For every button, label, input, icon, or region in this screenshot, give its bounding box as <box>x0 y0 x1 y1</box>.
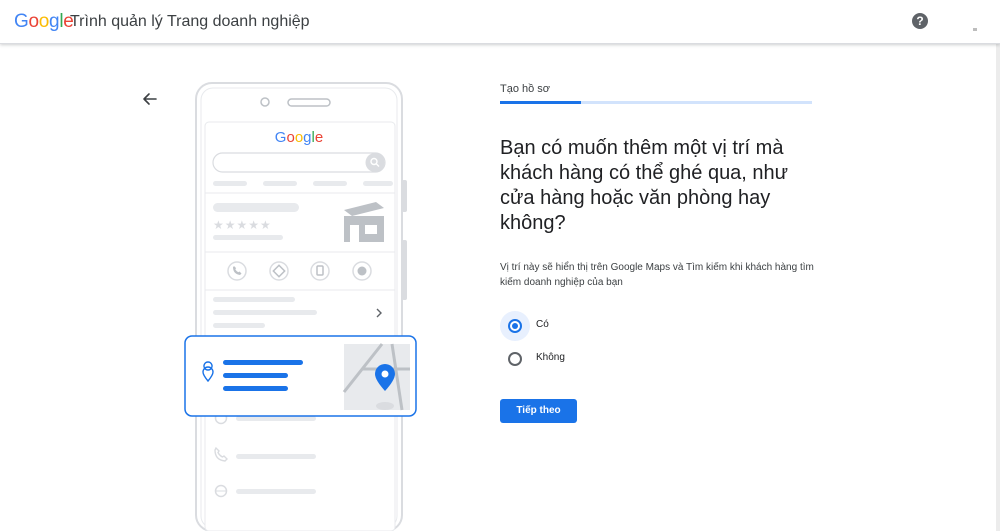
radio-label: Có <box>536 319 549 330</box>
radio-label: Không <box>536 352 565 363</box>
radio-button[interactable] <box>508 319 522 333</box>
location-card <box>184 335 417 417</box>
top-app-bar: Google Trình quản lý Trang doanh nghiệp … <box>0 0 1000 44</box>
logo-letter: g <box>49 11 60 32</box>
progress-bar <box>500 101 812 104</box>
back-button[interactable] <box>140 89 160 109</box>
radio-button[interactable] <box>508 352 522 366</box>
phone-search-bar <box>212 152 386 173</box>
radio-option-no[interactable]: Không <box>500 344 700 374</box>
phone-illustration: Google ★★★★★ <box>180 80 420 531</box>
step-label: Tạo hồ sơ <box>500 83 551 95</box>
google-logo: Google <box>14 11 74 33</box>
rating-stars: ★★★★★ <box>213 218 272 232</box>
page-description: Vị trí này sẽ hiển thị trên Google Maps … <box>500 262 814 288</box>
logo-letter: o <box>28 11 39 32</box>
next-button[interactable]: Tiếp theo <box>500 399 577 423</box>
logo-letter: G <box>14 11 29 32</box>
help-icon[interactable]: ? <box>912 13 928 29</box>
scrollbar[interactable] <box>996 44 1000 531</box>
logo-letter: o <box>38 11 50 32</box>
page-title: Bạn có muốn thêm một vị trí mà khách hàn… <box>500 137 789 234</box>
phone-google-logo: Google <box>275 129 323 146</box>
radio-option-yes[interactable]: Có <box>500 311 700 341</box>
progress-fill <box>500 101 582 104</box>
menu-mark <box>973 28 977 31</box>
arrow-back-icon <box>143 93 157 105</box>
app-title: Trình quản lý Trang doanh nghiệp <box>70 13 310 30</box>
map-thumbnail <box>342 343 410 411</box>
radio-selected-dot <box>512 323 518 329</box>
